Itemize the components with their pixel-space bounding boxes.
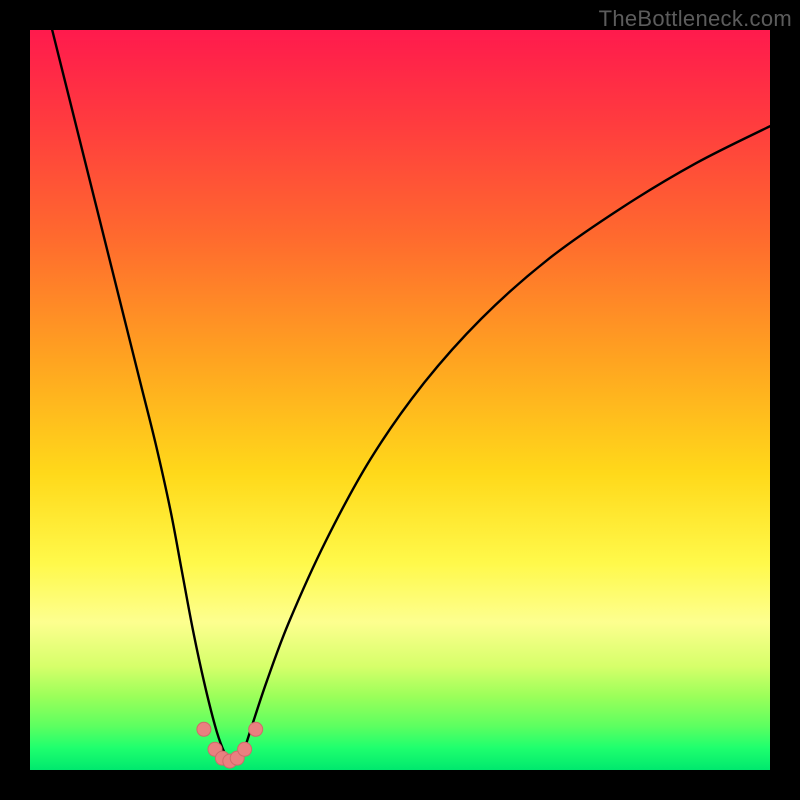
chart-frame: TheBottleneck.com: [0, 0, 800, 800]
curve-layer: [30, 30, 770, 770]
curve-marker: [249, 722, 263, 736]
curve-marker: [197, 722, 211, 736]
bottleneck-curve: [52, 30, 770, 763]
watermark-text: TheBottleneck.com: [599, 6, 792, 32]
marker-group: [197, 722, 263, 768]
curve-marker: [238, 742, 252, 756]
